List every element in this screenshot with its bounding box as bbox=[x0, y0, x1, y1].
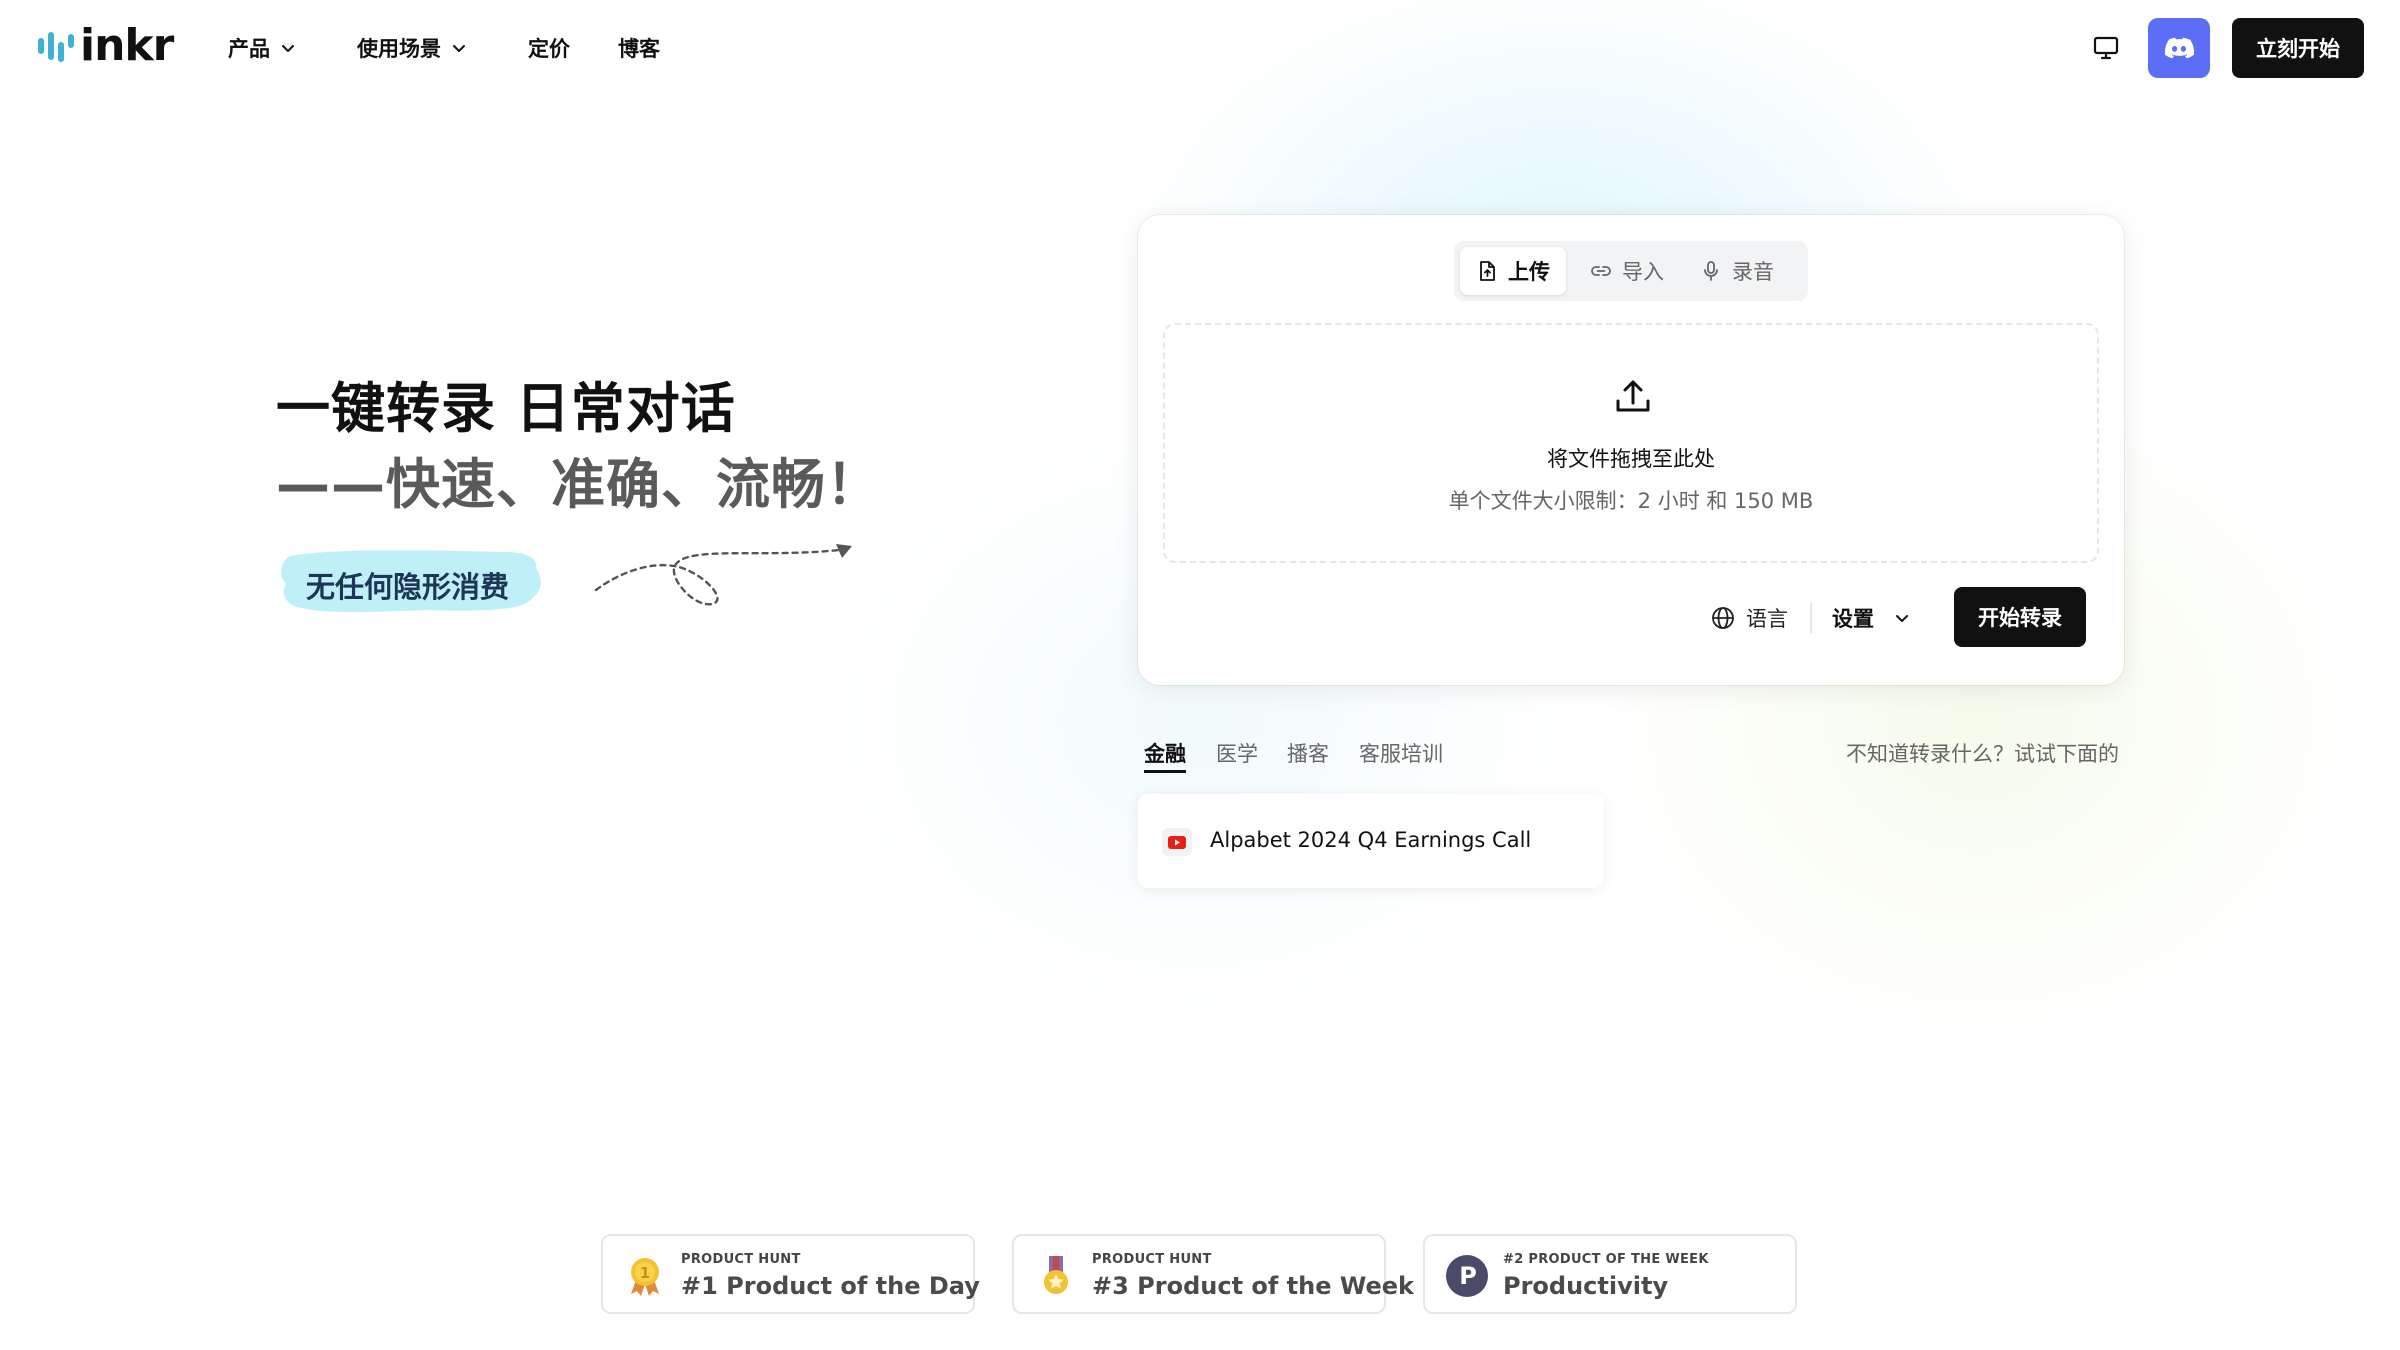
logo-text: inkr bbox=[80, 20, 174, 71]
award-source: PRODUCT HUNT bbox=[681, 1252, 801, 1267]
discord-icon bbox=[2164, 37, 2194, 59]
logo-mark-icon bbox=[38, 32, 74, 62]
svg-text:1: 1 bbox=[640, 1264, 650, 1282]
gold-medal-icon: 1 bbox=[631, 1258, 659, 1296]
nav-item-label: 产品 bbox=[228, 37, 270, 61]
example-title: Alpabet 2024 Q4 Earnings Call bbox=[1210, 828, 1532, 852]
award-title: Productivity bbox=[1503, 1272, 1669, 1300]
bronze-medal-icon bbox=[1044, 1256, 1068, 1294]
tab-label: 录音 bbox=[1732, 260, 1774, 284]
award-badge-day[interactable]: 1 PRODUCT HUNT #1 Product of the Day bbox=[601, 1234, 980, 1314]
upload-icon bbox=[1616, 380, 1650, 412]
monitor-icon[interactable] bbox=[2093, 36, 2119, 60]
hero-title: 一键转录 日常对话 bbox=[276, 377, 736, 440]
logo[interactable]: inkr bbox=[36, 20, 174, 71]
globe-icon bbox=[1712, 607, 1734, 629]
no-hidden-fees-badge: 无任何隐形消费 bbox=[276, 546, 548, 616]
settings-dropdown[interactable]: 设置 bbox=[1832, 603, 1910, 633]
example-item[interactable]: Alpabet 2024 Q4 Earnings Call bbox=[1138, 794, 1604, 888]
nav-item-label: 使用场景 bbox=[357, 37, 441, 61]
tab-label: 导入 bbox=[1622, 260, 1664, 284]
chevron-down-icon bbox=[453, 45, 465, 52]
language-selector[interactable]: 语言 bbox=[1710, 603, 1788, 633]
file-upload-icon bbox=[1480, 261, 1495, 281]
award-badge-productivity[interactable]: P #2 PRODUCT OF THE WEEK Productivity bbox=[1423, 1234, 1797, 1314]
dropzone-size-limit: 单个文件大小限制：2 小时 和 150 MB bbox=[1448, 489, 1814, 513]
nav-item-label: 博客 bbox=[618, 37, 660, 61]
category-tab-finance[interactable]: 金融 bbox=[1144, 738, 1186, 773]
nav-item-use-cases[interactable]: 使用场景 bbox=[357, 33, 467, 63]
start-transcribe-button[interactable]: 开始转录 bbox=[1954, 587, 2086, 647]
settings-label: 设置 bbox=[1832, 607, 1874, 631]
dropzone-title: 将文件拖拽至此处 bbox=[1547, 447, 1715, 471]
svg-text:P: P bbox=[1459, 1262, 1477, 1290]
nav-item-product[interactable]: 产品 bbox=[228, 33, 296, 63]
product-hunt-logo-icon: P bbox=[1446, 1255, 1488, 1297]
file-dropzone[interactable]: 将文件拖拽至此处 单个文件大小限制：2 小时 和 150 MB bbox=[1163, 323, 2099, 563]
nav-item-blog[interactable]: 博客 bbox=[618, 33, 660, 63]
award-title: #3 Product of the Week bbox=[1092, 1272, 1415, 1300]
youtube-icon bbox=[1162, 828, 1192, 856]
badge-text: 无任何隐形消费 bbox=[306, 570, 510, 604]
award-source: #2 PRODUCT OF THE WEEK bbox=[1503, 1252, 1709, 1267]
language-label: 语言 bbox=[1746, 607, 1788, 631]
examples-hint: 不知道转录什么？试试下面的 bbox=[1846, 742, 2119, 766]
decorative-arrow-icon bbox=[594, 544, 852, 606]
start-now-button[interactable]: 立刻开始 bbox=[2232, 18, 2364, 78]
tab-label: 上传 bbox=[1508, 260, 1550, 284]
award-source: PRODUCT HUNT bbox=[1092, 1252, 1212, 1267]
toolbar-divider bbox=[1810, 603, 1812, 633]
tab-upload[interactable]: 上传 bbox=[1460, 247, 1566, 295]
top-nav: inkr 产品 使用场景 定价 博客 立刻开始 bbox=[0, 0, 2400, 96]
link-icon bbox=[1591, 266, 1611, 276]
category-tab-medical[interactable]: 医学 bbox=[1216, 738, 1258, 768]
tab-record[interactable]: 录音 bbox=[1684, 247, 1790, 295]
award-badge-week[interactable]: PRODUCT HUNT #3 Product of the Week bbox=[1012, 1234, 1414, 1314]
discord-button[interactable] bbox=[2148, 18, 2210, 78]
chevron-down-icon bbox=[282, 45, 294, 52]
category-tab-podcast[interactable]: 播客 bbox=[1287, 738, 1329, 768]
category-tab-customer-service[interactable]: 客服培训 bbox=[1359, 738, 1443, 768]
award-title: #1 Product of the Day bbox=[681, 1272, 980, 1300]
microphone-icon bbox=[1704, 261, 1718, 281]
hero-subtitle: ——快速、准确、流畅！ bbox=[276, 453, 881, 516]
nav-item-label: 定价 bbox=[528, 37, 570, 61]
nav-item-pricing[interactable]: 定价 bbox=[528, 33, 570, 63]
chevron-down-icon bbox=[1896, 615, 1908, 622]
upload-mode-tabs: 上传 导入 录音 bbox=[1454, 241, 1808, 301]
upload-card: 上传 导入 录音 将文件拖拽至此处 单个文件大小限制：2 小时 和 150 MB bbox=[1138, 215, 2124, 685]
tab-import[interactable]: 导入 bbox=[1574, 247, 1680, 295]
